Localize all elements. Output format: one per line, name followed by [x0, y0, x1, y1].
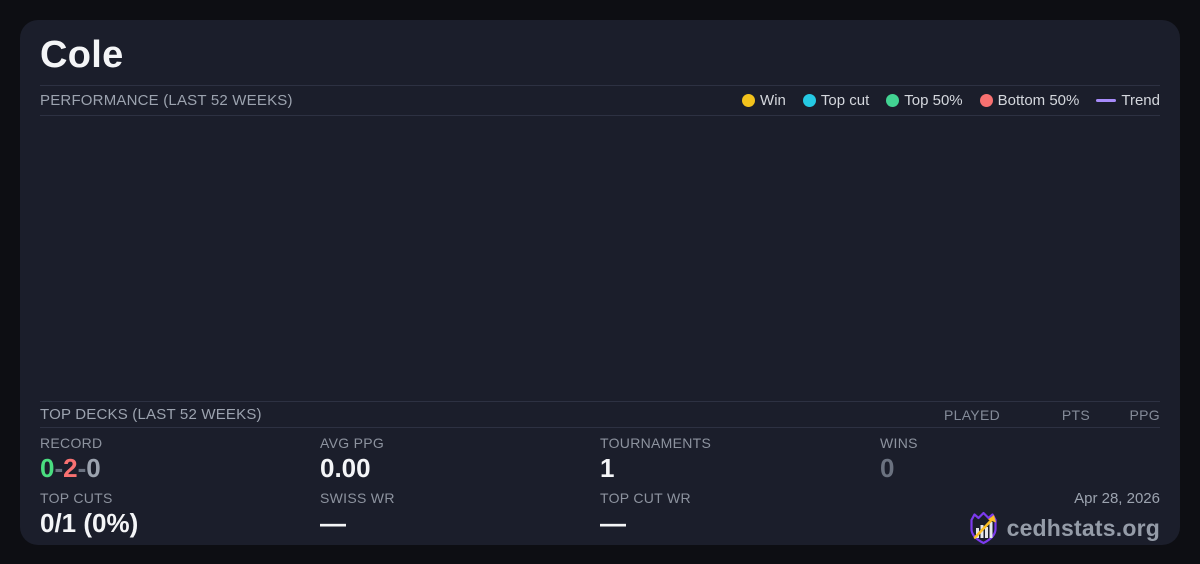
top-50-dot-icon — [886, 93, 900, 107]
record-separator: - — [54, 453, 64, 484]
stat-label: RECORD — [40, 435, 103, 452]
top-decks-section-title: TOP DECKS (LAST 52 WEEKS) — [40, 406, 262, 424]
stat-wins: WINS 0 — [880, 435, 1160, 483]
stats-grid: RECORD 0-2-0 AVG PPG 0.00 TOURNAMENTS 1 … — [40, 428, 1160, 545]
stat-value: 0.00 — [320, 453, 371, 484]
performance-header-row: PERFORMANCE (LAST 52 WEEKS) Win Top cut … — [40, 86, 1160, 115]
legend-label: Win — [760, 91, 786, 109]
stat-top-cuts: TOP CUTS 0/1 (0%) — [40, 490, 320, 545]
stat-label: TOP CUT WR — [600, 490, 691, 507]
footer-cell: Apr 28, 2026 cedhstats.org — [880, 490, 1160, 545]
player-stats-card: Cole PERFORMANCE (LAST 52 WEEKS) Win Top… — [20, 20, 1180, 545]
stat-label: SWISS WR — [320, 490, 395, 507]
record-value: 0-2-0 — [40, 454, 320, 483]
brand-row: cedhstats.org — [967, 511, 1160, 545]
legend-label: Top 50% — [904, 91, 963, 109]
bottom-50-dot-icon — [979, 93, 993, 107]
stat-tournaments: TOURNAMENTS 1 — [600, 435, 880, 483]
stat-value: — — [320, 508, 346, 539]
record-separator: - — [77, 453, 87, 484]
column-header-played: PLAYED — [943, 406, 1000, 423]
record-wins: 0 — [40, 453, 55, 484]
stat-record: RECORD 0-2-0 — [40, 435, 320, 483]
column-header-pts: PTS — [1061, 406, 1090, 423]
stat-label: TOP CUTS — [40, 490, 113, 507]
column-header-ppg: PPG — [1129, 406, 1160, 423]
legend-label: Top cut — [820, 91, 870, 109]
stat-value: 0 — [880, 453, 895, 484]
stat-swiss-wr: SWISS WR — — [320, 490, 600, 545]
legend-item-trend[interactable]: Trend — [1096, 92, 1160, 109]
win-dot-icon — [742, 93, 756, 107]
trend-line-icon — [1096, 98, 1117, 102]
record-draws: 0 — [86, 453, 101, 484]
stat-avg-ppg: AVG PPG 0.00 — [320, 435, 600, 483]
stat-label: AVG PPG — [320, 435, 385, 452]
stat-value: — — [600, 508, 626, 539]
chart-legend: Win Top cut Top 50% Bottom 50% Trend — [742, 92, 1160, 109]
legend-item-top-50[interactable]: Top 50% — [886, 91, 963, 109]
stat-label: TOURNAMENTS — [600, 435, 712, 452]
report-date: Apr 28, 2026 — [1074, 490, 1160, 508]
legend-label: Bottom 50% — [997, 91, 1080, 109]
legend-item-win[interactable]: Win — [742, 92, 786, 109]
legend-item-bottom-50[interactable]: Bottom 50% — [979, 91, 1080, 109]
legend-item-top-cut[interactable]: Top cut — [802, 91, 870, 109]
legend-label: Trend — [1121, 91, 1160, 109]
brand-name: cedhstats.org — [1006, 514, 1160, 541]
shield-bar-chart-arrow-icon — [969, 511, 997, 545]
top-decks-column-headers: PLAYED PTS PPG — [910, 407, 1160, 423]
record-losses: 2 — [63, 453, 78, 484]
stat-value: 1 — [600, 453, 615, 484]
stat-top-cut-wr: TOP CUT WR — — [600, 490, 880, 545]
performance-section-title: PERFORMANCE (LAST 52 WEEKS) — [40, 91, 293, 109]
top-cut-dot-icon — [802, 93, 816, 107]
title-block: Cole — [40, 20, 1160, 85]
player-name: Cole — [40, 33, 124, 76]
top-decks-header-row: TOP DECKS (LAST 52 WEEKS) PLAYED PTS PPG — [40, 402, 1160, 427]
stat-value: 0/1 (0%) — [40, 508, 139, 539]
stat-label: WINS — [880, 435, 918, 452]
performance-chart — [40, 116, 1160, 401]
